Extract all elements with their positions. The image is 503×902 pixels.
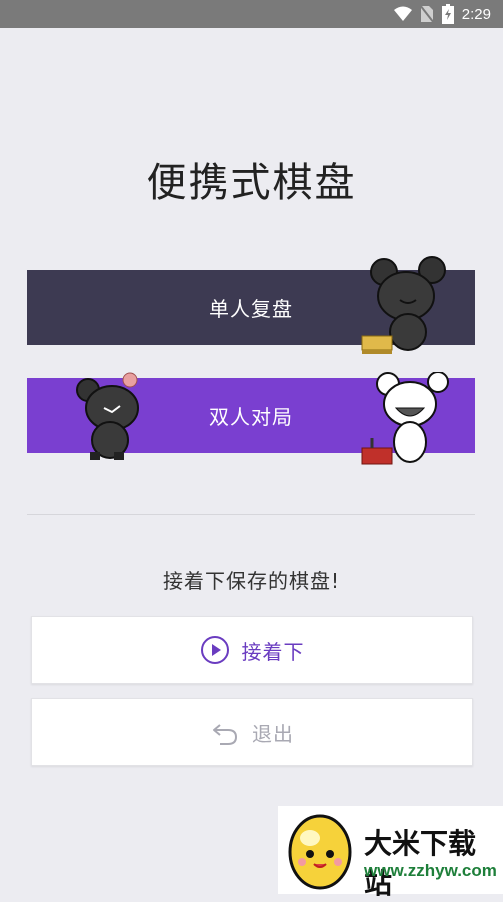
- status-icons: 2:29: [393, 4, 491, 24]
- status-bar: 2:29: [0, 0, 503, 28]
- exit-button[interactable]: 退出: [31, 698, 473, 766]
- wifi-icon: [393, 6, 412, 21]
- watermark: 大米下载站 www.zzhyw.com: [278, 806, 503, 900]
- continue-button[interactable]: 接着下: [31, 616, 473, 684]
- status-time: 2:29: [461, 5, 491, 23]
- battery-icon: [441, 4, 454, 24]
- egg-logo-icon: [288, 814, 352, 890]
- black-mouse-mascot-icon: [361, 256, 446, 354]
- two-player-label: 双人对局: [209, 405, 293, 429]
- no-sim-icon: [419, 5, 434, 23]
- resume-prompt: 接着下保存的棋盘!: [162, 569, 341, 593]
- single-review-label: 单人复盘: [209, 297, 293, 321]
- exit-label: 退出: [252, 721, 294, 746]
- white-mouse-mascot-icon: [361, 372, 449, 465]
- watermark-url: www.zzhyw.com: [364, 861, 497, 880]
- angry-mouse-mascot-icon: [76, 372, 139, 460]
- divider: [27, 514, 475, 515]
- play-circle-icon: [200, 636, 229, 664]
- undo-arrow-icon: [213, 724, 238, 745]
- app-title: 便携式棋盘: [146, 160, 357, 206]
- continue-label: 接着下: [241, 639, 305, 664]
